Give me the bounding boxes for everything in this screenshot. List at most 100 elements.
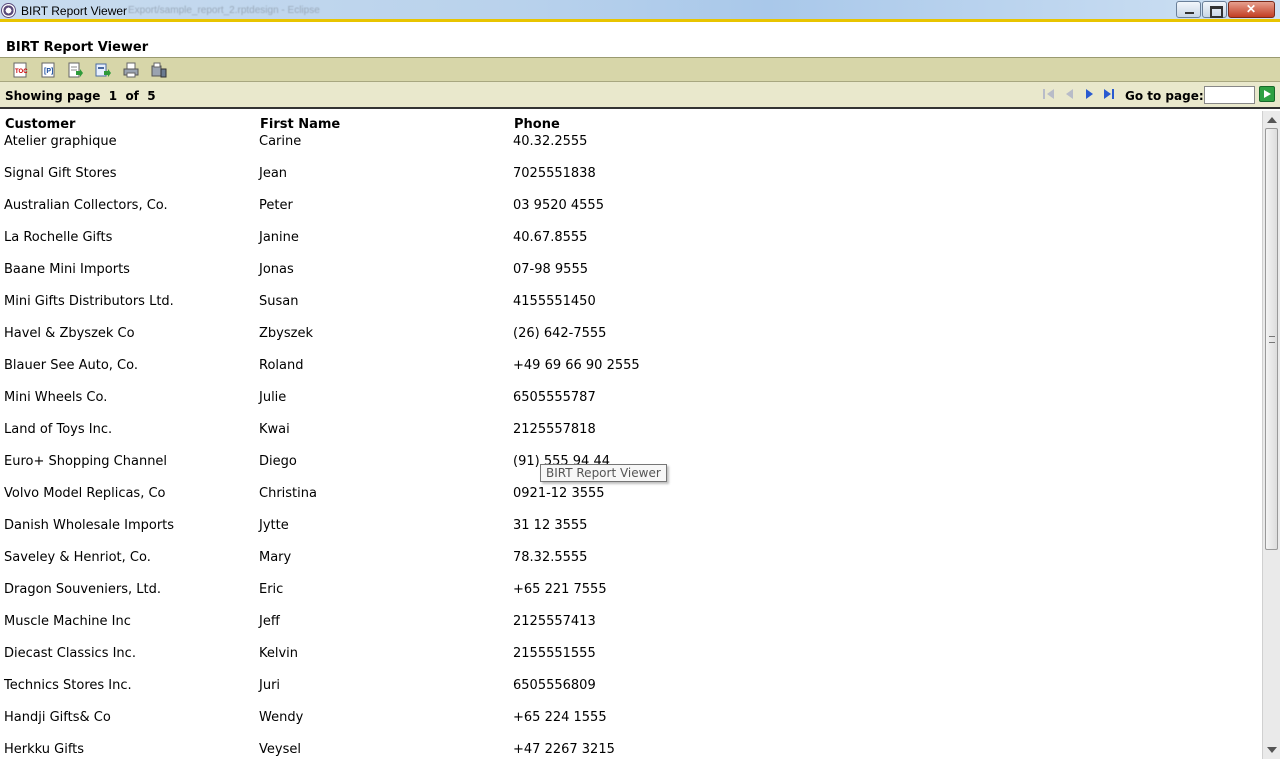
first-name-cell: Zbyszek <box>259 326 313 341</box>
scroll-up-icon[interactable] <box>1267 117 1277 123</box>
first-name-cell: Wendy <box>259 710 304 725</box>
table-row: Blauer See Auto, Co. Roland +49 69 66 90 2… <box>0 358 1262 390</box>
toc-icon[interactable]: TOC <box>12 62 28 78</box>
phone-cell: 40.67.8555 <box>513 230 588 245</box>
phone-cell: 2125557818 <box>513 422 596 437</box>
toolbar: TOC [P] <box>0 57 1280 82</box>
page-status: Showing page 1 of 5 <box>5 89 156 103</box>
svg-text:TOC: TOC <box>15 69 28 75</box>
customer-cell: Volvo Model Replicas, Co <box>4 486 166 501</box>
customer-cell: Australian Collectors, Co. <box>4 198 168 213</box>
phone-cell: 6505555787 <box>513 390 596 405</box>
phone-cell: +49 69 66 90 2555 <box>513 358 640 373</box>
goto-page-input[interactable] <box>1204 86 1255 104</box>
print-icon[interactable] <box>123 62 139 78</box>
report-content: Customer First Name Phone Atelier graphi… <box>0 111 1262 759</box>
first-name-cell: Janine <box>259 230 299 245</box>
previous-page-icon[interactable] <box>1062 87 1076 101</box>
header-customer: Customer <box>5 117 76 132</box>
customer-cell: Land of Toys Inc. <box>4 422 113 437</box>
export-report-icon[interactable] <box>95 62 111 78</box>
first-name-cell: Kelvin <box>259 646 299 661</box>
table-row: Danish Wholesale Imports Jytte 31 12 3555 <box>0 518 1262 550</box>
window-title-bar: BIRT Report Viewer Export/sample_report_… <box>0 0 1280 22</box>
first-name-cell: Juri <box>259 678 281 693</box>
phone-cell: 03 9520 4555 <box>513 198 604 213</box>
customer-cell: Atelier graphique <box>4 134 117 149</box>
goto-page-label: Go to page: <box>1125 89 1204 103</box>
app-icon <box>1 3 16 18</box>
viewer-title: BIRT Report Viewer <box>6 40 149 55</box>
total-pages: 5 <box>147 89 156 103</box>
phone-cell: 40.32.2555 <box>513 134 588 149</box>
scrollbar-thumb[interactable] <box>1265 128 1278 550</box>
parameters-icon[interactable]: [P] <box>40 62 56 78</box>
of-label: of <box>125 89 139 103</box>
phone-cell: 6505556809 <box>513 678 596 693</box>
maximize-button[interactable] <box>1202 1 1227 18</box>
table-row: Volvo Model Replicas, Co Christina 0921-12… <box>0 486 1262 518</box>
header-first-name: First Name <box>260 117 341 132</box>
first-page-icon[interactable] <box>1042 87 1056 101</box>
last-page-icon[interactable] <box>1102 87 1116 101</box>
table-row: Saveley & Henriot, Co. Mary 78.32.5555 <box>0 550 1262 582</box>
phone-cell: 4155551450 <box>513 294 596 309</box>
first-name-cell: Peter <box>259 198 293 213</box>
table-row: Mini Wheels Co. Julie 6505555787 <box>0 390 1262 422</box>
customer-cell: Danish Wholesale Imports <box>4 518 175 533</box>
minimize-button[interactable] <box>1176 1 1201 18</box>
table-row: Land of Toys Inc. Kwai 2125557818 <box>0 422 1262 454</box>
customer-cell: Dragon Souveniers, Ltd. <box>4 582 161 597</box>
table-row: Dragon Souveniers, Ltd. Eric +65 221 7555 <box>0 582 1262 614</box>
table-row: La Rochelle Gifts Janine 40.67.8555 <box>0 230 1262 262</box>
close-button[interactable] <box>1228 1 1275 18</box>
phone-cell: +65 221 7555 <box>513 582 607 597</box>
table-row: Australian Collectors, Co. Peter 03 9520 4… <box>0 198 1262 230</box>
table-row: Diecast Classics Inc. Kelvin 2155551555 <box>0 646 1262 678</box>
export-data-icon[interactable] <box>67 62 83 78</box>
customer-cell: Saveley & Henriot, Co. <box>4 550 151 565</box>
first-name-cell: Mary <box>259 550 292 565</box>
phone-cell: 07-98 9555 <box>513 262 588 277</box>
table-row: Mini Gifts Distributors Ltd. Susan 4155551… <box>0 294 1262 326</box>
table-row: Havel & Zbyszek Co Zbyszek (26) 642-7555 <box>0 326 1262 358</box>
phone-cell: +65 224 1555 <box>513 710 607 725</box>
current-page: 1 <box>108 89 118 103</box>
vertical-scrollbar[interactable] <box>1262 111 1280 759</box>
print-server-icon[interactable] <box>151 62 167 78</box>
first-name-cell: Jean <box>259 166 288 181</box>
goto-page-button[interactable] <box>1259 86 1275 102</box>
phone-cell: 2125557413 <box>513 614 596 629</box>
first-name-cell: Roland <box>259 358 304 373</box>
table-row: Muscle Machine Inc Jeff 2125557413 <box>0 614 1262 646</box>
table-row: Technics Stores Inc. Juri 6505556809 <box>0 678 1262 710</box>
phone-cell: (26) 642-7555 <box>513 326 607 341</box>
first-name-cell: Julie <box>259 390 287 405</box>
scroll-down-icon[interactable] <box>1267 747 1277 753</box>
table-row: Signal Gift Stores Jean 7025551838 <box>0 166 1262 198</box>
customer-cell: Blauer See Auto, Co. <box>4 358 138 373</box>
first-name-cell: Kwai <box>259 422 290 437</box>
first-name-cell: Diego <box>259 454 297 469</box>
customer-cell: Herkku Gifts <box>4 742 85 757</box>
phone-cell: +47 2267 3215 <box>513 742 615 757</box>
customer-cell: Muscle Machine Inc <box>4 614 131 629</box>
next-page-icon[interactable] <box>1083 87 1097 101</box>
page-navigation-bar: Showing page 1 of 5 Go to page: <box>0 82 1280 109</box>
first-name-cell: Christina <box>259 486 317 501</box>
phone-cell: 31 12 3555 <box>513 518 588 533</box>
customer-cell: Baane Mini Imports <box>4 262 130 277</box>
first-name-cell: Jeff <box>259 614 280 629</box>
window-title: BIRT Report Viewer <box>21 4 128 18</box>
customer-cell: Euro+ Shopping Channel <box>4 454 168 469</box>
first-name-cell: Eric <box>259 582 284 597</box>
first-name-cell: Carine <box>259 134 302 149</box>
customer-cell: Mini Gifts Distributors Ltd. <box>4 294 174 309</box>
first-name-cell: Susan <box>259 294 299 309</box>
customer-cell: Havel & Zbyszek Co <box>4 326 135 341</box>
window-path: Export/sample_report_2.rptdesign - Eclip… <box>128 5 320 16</box>
table-row: Handji Gifts& Co Wendy +65 224 1555 <box>0 710 1262 742</box>
phone-cell: 78.32.5555 <box>513 550 588 565</box>
customer-cell: Diecast Classics Inc. <box>4 646 136 661</box>
header-phone: Phone <box>514 117 560 132</box>
